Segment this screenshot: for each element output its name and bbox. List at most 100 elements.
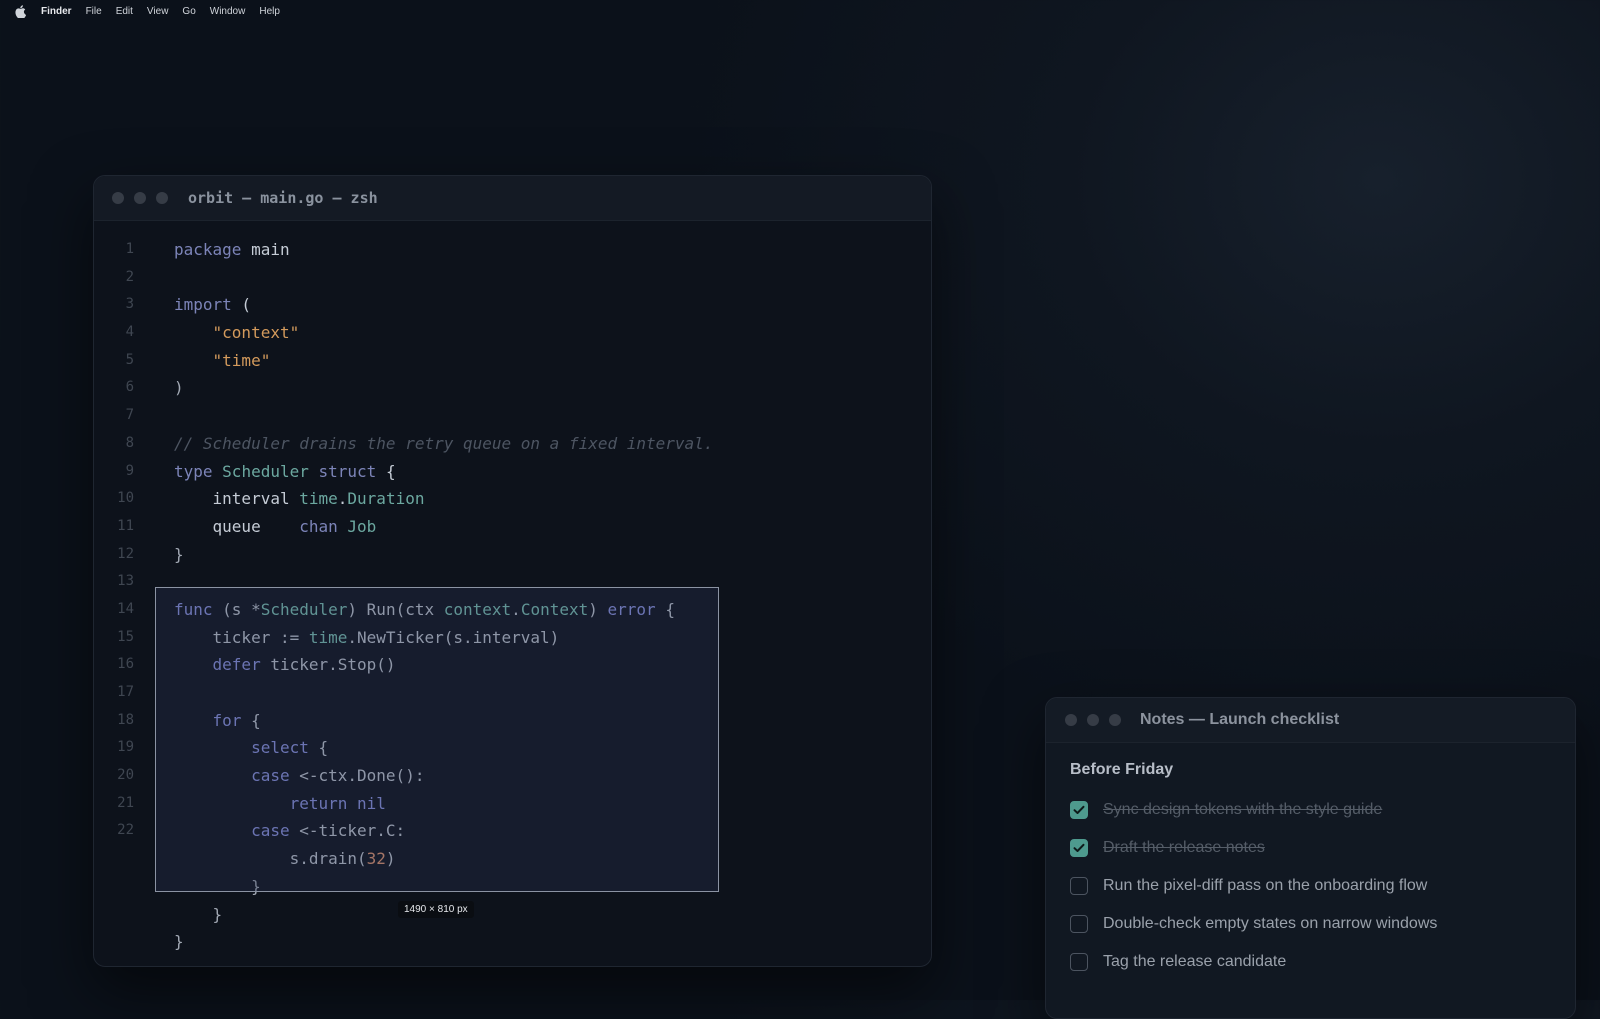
checklist-item[interactable]: Run the pixel-diff pass on the onboardin… (1070, 867, 1551, 905)
checklist-item[interactable]: Tag the release candidate (1070, 943, 1551, 981)
code-token: queue (212, 516, 261, 536)
code-token: ) (174, 378, 184, 398)
menu-app-finder[interactable]: Finder (41, 6, 72, 17)
notes-title: Notes — Launch checklist (1140, 711, 1340, 728)
checklist-item[interactable]: Double-check empty states on narrow wind… (1070, 905, 1551, 943)
code-token: } (174, 932, 184, 952)
menu-file[interactable]: File (86, 6, 102, 17)
checkbox-checked[interactable] (1070, 801, 1088, 819)
code-line: } (94, 928, 931, 956)
code-token: type (174, 461, 213, 481)
checkbox-unchecked[interactable] (1070, 877, 1088, 895)
code-token: "time" (212, 350, 271, 370)
code-line: 11 queue chan Job (94, 513, 931, 541)
checklist-item-label: Double-check empty states on narrow wind… (1103, 915, 1438, 932)
code-line: 8 // Scheduler drains the retry queue on … (94, 430, 931, 458)
code-line: 1 package main (94, 236, 931, 264)
line-number: 9 (125, 462, 134, 479)
code-line: } (94, 901, 931, 929)
window-controls (1065, 714, 1131, 726)
checkbox-unchecked[interactable] (1070, 953, 1088, 971)
checklist-heading: Before Friday (1070, 761, 1174, 778)
line-number: 3 (125, 296, 134, 313)
code-token: import (174, 295, 232, 315)
code-token: } (212, 904, 223, 924)
line-number: 12 (117, 545, 134, 562)
line-number: 1 (125, 241, 134, 257)
menu-go[interactable]: Go (182, 6, 195, 17)
code-line: 5 "time" (94, 347, 931, 375)
line-number: 13 (117, 573, 134, 590)
zoom-button[interactable] (1109, 714, 1121, 726)
line-number: 14 (117, 600, 134, 617)
checkmark-icon (1073, 843, 1085, 852)
line-number: 2 (125, 268, 134, 285)
code-token: time (299, 489, 338, 509)
minimize-button[interactable] (1087, 714, 1099, 726)
close-button[interactable] (112, 192, 124, 204)
code-token: ( (231, 295, 252, 315)
code-line: 12} (94, 541, 931, 569)
code-token: "context" (212, 323, 300, 343)
line-number: 21 (117, 794, 134, 811)
line-number: 4 (125, 324, 134, 341)
line-number: 5 (125, 351, 134, 368)
menu-help[interactable]: Help (259, 6, 280, 17)
selection-size-label: 1490 × 810 px (398, 901, 474, 918)
close-button[interactable] (1065, 714, 1077, 726)
code-token: chan (299, 516, 338, 536)
checklist-item[interactable]: Draft the release notes (1070, 829, 1551, 867)
line-number: 8 (125, 434, 134, 451)
code-line: 6) (94, 374, 931, 402)
code-token: } (174, 544, 184, 564)
line-number: 22 (117, 822, 134, 839)
line-number: 19 (117, 739, 134, 756)
checkbox-checked[interactable] (1070, 839, 1088, 857)
checklist-item[interactable]: Sync design tokens with the style guide (1070, 791, 1551, 829)
line-number: 6 (125, 379, 134, 396)
checklist-item-label: Tag the release candidate (1103, 953, 1287, 970)
code-token: main (241, 240, 290, 259)
notes-titlebar[interactable]: Notes — Launch checklist (1046, 698, 1575, 743)
code-comment: // Scheduler drains the retry queue on a… (174, 433, 714, 453)
terminal-titlebar[interactable]: orbit — main.go — zsh (94, 176, 931, 221)
line-number: 17 (117, 684, 134, 700)
checklist-item-label: Draft the release notes (1103, 839, 1265, 856)
zoom-button[interactable] (156, 192, 168, 204)
code-token: . (337, 489, 348, 509)
window-title: orbit — main.go — zsh (188, 189, 378, 207)
line-number: 11 (117, 517, 134, 534)
line-number: 15 (117, 628, 134, 645)
checklist-item-label: Run the pixel-diff pass on the onboardin… (1103, 877, 1428, 894)
minimize-button[interactable] (134, 192, 146, 204)
code-token: Scheduler (222, 461, 309, 481)
checkmark-icon (1073, 805, 1085, 814)
notes-window: Notes — Launch checklist Before Friday S… (1045, 697, 1576, 1019)
line-number: 20 (117, 767, 134, 784)
selection-rectangle[interactable] (155, 587, 719, 892)
code-line: 3 import ( (94, 291, 931, 319)
code-line: 10 interval time.Duration (94, 485, 931, 513)
code-line: 2 (94, 264, 931, 292)
code-token: Duration (347, 489, 425, 509)
code-token: package (174, 240, 242, 259)
line-number: 10 (117, 490, 134, 507)
checklist-item-label: Sync design tokens with the style guide (1103, 801, 1383, 818)
code-token: struct (318, 461, 377, 481)
code-token: { (376, 461, 396, 481)
menu-window[interactable]: Window (210, 6, 246, 17)
line-number: 16 (117, 656, 134, 673)
checkbox-unchecked[interactable] (1070, 915, 1088, 933)
notes-body: Before Friday Sync design tokens with th… (1046, 743, 1575, 981)
window-controls (112, 192, 178, 204)
line-number: 7 (125, 407, 134, 424)
code-line: 7 (94, 402, 931, 430)
apple-icon[interactable] (15, 4, 27, 18)
code-token: Job (347, 516, 377, 536)
menu-edit[interactable]: Edit (116, 6, 133, 17)
menu-view[interactable]: View (147, 6, 169, 17)
menu-bar: Finder File Edit View Go Window Help (0, 0, 1600, 22)
code-token: interval (212, 489, 290, 509)
line-number: 18 (117, 711, 134, 728)
code-line: 4 "context" (94, 319, 931, 347)
